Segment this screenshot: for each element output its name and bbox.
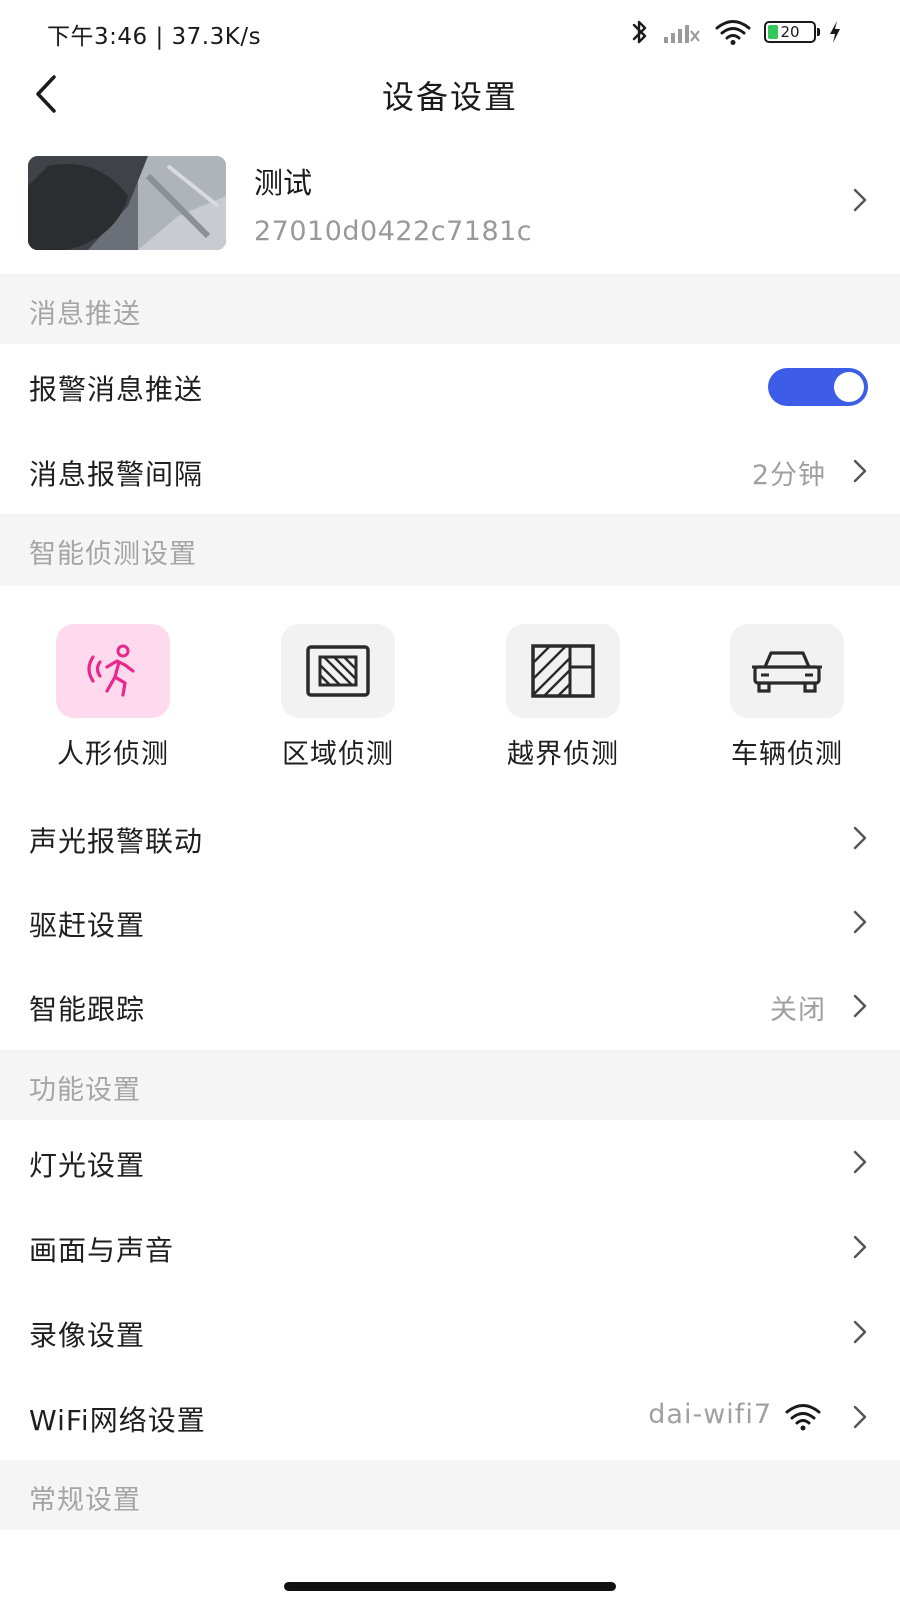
human-detection-icon — [87, 644, 135, 697]
section-header-general: 常规设置 — [0, 1460, 900, 1530]
device-thumbnail — [28, 156, 226, 250]
wifi-signal-icon — [785, 1404, 821, 1431]
toggle-knob — [834, 372, 864, 402]
row-label: 消息报警间隔 — [29, 458, 204, 491]
status-bar: 下午3:46 | 37.3K/s 20 — [0, 0, 900, 64]
chevron-right-icon — [853, 1320, 867, 1344]
row-label: 声光报警联动 — [29, 825, 204, 858]
detect-icon-tile — [56, 624, 170, 718]
detect-label: 车辆侦测 — [731, 739, 843, 770]
bluetooth-icon — [632, 20, 647, 44]
detect-label: 越界侦测 — [507, 739, 619, 770]
row-value: 2分钟 — [751, 460, 826, 491]
detect-item-line-crossing[interactable]: 越界侦测 — [478, 624, 648, 771]
chevron-right-icon — [853, 1150, 867, 1174]
detect-item-vehicle[interactable]: 车辆侦测 — [702, 624, 872, 771]
row-sound-light-alarm[interactable]: 声光报警联动 — [0, 796, 900, 881]
row-label: 录像设置 — [29, 1319, 146, 1352]
device-card[interactable]: 测试 27010d0422c7181c — [0, 146, 900, 274]
detect-item-area[interactable]: 区域侦测 — [253, 624, 423, 771]
chevron-right-icon — [853, 910, 867, 934]
wifi-status-icon — [715, 20, 751, 45]
page-title: 设备设置 — [381, 78, 518, 116]
chevron-right-icon — [853, 459, 867, 483]
row-label: 画面与声音 — [29, 1234, 175, 1267]
row-label: 报警消息推送 — [29, 373, 204, 406]
home-indicator[interactable] — [284, 1582, 616, 1591]
row-smart-tracking[interactable]: 智能跟踪 关闭 — [0, 964, 900, 1049]
row-alarm-push: 报警消息推送 — [0, 344, 900, 429]
battery-level: 20 — [780, 23, 800, 41]
line-crossing-icon — [531, 644, 595, 698]
row-picture-sound[interactable]: 画面与声音 — [0, 1205, 900, 1290]
area-detection-icon — [306, 645, 370, 697]
row-deterrence-settings[interactable]: 驱赶设置 — [0, 880, 900, 965]
cellular-signal-icon — [664, 25, 700, 43]
row-alarm-interval[interactable]: 消息报警间隔 2分钟 — [0, 429, 900, 514]
detect-icon-tile — [281, 624, 395, 718]
device-id: 27010d0422c7181c — [254, 216, 533, 247]
section-title: 功能设置 — [29, 1075, 141, 1106]
detection-grid: 人形侦测 区域侦测 越界侦测 车辆侦测 — [0, 586, 900, 786]
row-light-settings[interactable]: 灯光设置 — [0, 1120, 900, 1205]
chevron-right-icon — [853, 826, 867, 850]
row-label: 智能跟踪 — [29, 993, 146, 1026]
battery-icon: 20 — [764, 21, 820, 43]
row-label: WiFi网络设置 — [29, 1404, 206, 1437]
device-name: 测试 — [254, 166, 313, 200]
row-value: dai-wifi7 — [648, 1399, 772, 1430]
section-header-message-push: 消息推送 — [0, 274, 900, 344]
section-title: 智能侦测设置 — [29, 539, 197, 570]
row-wifi-settings[interactable]: WiFi网络设置 dai-wifi7 — [0, 1375, 900, 1460]
chevron-right-icon — [853, 188, 867, 212]
status-icons: 20 — [630, 16, 842, 48]
charging-icon — [830, 21, 840, 43]
detect-label: 区域侦测 — [282, 739, 394, 770]
row-recording-settings[interactable]: 录像设置 — [0, 1290, 900, 1375]
vehicle-icon — [752, 651, 822, 693]
detect-label: 人形侦测 — [57, 739, 169, 770]
alarm-push-toggle[interactable] — [768, 368, 868, 406]
chevron-right-icon — [853, 1405, 867, 1429]
app-header: 设备设置 — [0, 64, 900, 146]
section-header-function: 功能设置 — [0, 1050, 900, 1120]
detect-icon-tile — [506, 624, 620, 718]
detect-icon-tile — [730, 624, 844, 718]
chevron-right-icon — [853, 994, 867, 1018]
chevron-right-icon — [853, 1235, 867, 1259]
section-header-smart-detection: 智能侦测设置 — [0, 514, 900, 586]
detect-item-human[interactable]: 人形侦测 — [28, 624, 198, 771]
status-time: 下午3:46 | 37.3K/s — [47, 24, 262, 50]
row-label: 灯光设置 — [29, 1149, 146, 1182]
row-label: 驱赶设置 — [29, 909, 146, 942]
row-value: 关闭 — [770, 995, 826, 1026]
section-title: 消息推送 — [29, 299, 141, 330]
section-title: 常规设置 — [29, 1485, 141, 1516]
